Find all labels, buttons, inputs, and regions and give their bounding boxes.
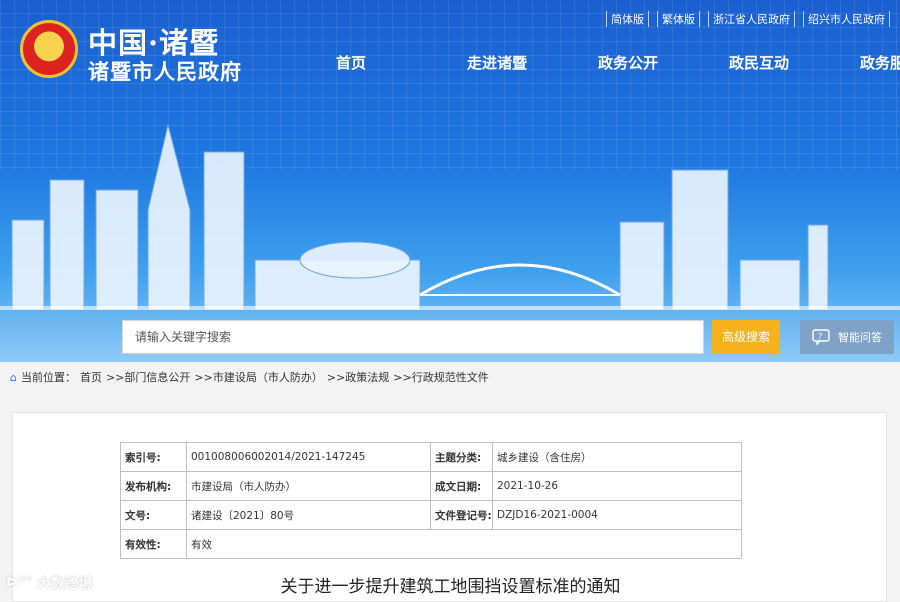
document-panel: 索引号: 001008006002014/2021-147245 主题分类: 城… xyxy=(12,412,887,602)
nav-interaction[interactable]: 政民互动 xyxy=(729,52,860,73)
breadcrumb-normative-docs[interactable]: >>行政规范性文件 xyxy=(393,369,488,385)
table-row: 发布机构: 市建设局（市人防办） 成文日期: 2021-10-26 xyxy=(120,471,742,501)
header-banner: ★ 中国·诸暨 诸暨市人民政府 简体版 繁体版 浙江省人民政府 绍兴市人民政府 … xyxy=(0,0,900,362)
nav-gov-affairs-public[interactable]: 政务公开 xyxy=(598,52,729,73)
nav-home[interactable]: 首页 xyxy=(336,52,467,73)
breadcrumb-prefix: 当前位置： xyxy=(20,371,76,384)
chat-icon: ? xyxy=(812,329,830,345)
meta-value: DZJD16-2021-0004 xyxy=(492,500,742,530)
svg-text:?: ? xyxy=(818,332,822,341)
watermark-logo-icon: ᐅ°° xyxy=(6,575,33,591)
breadcrumb-policies[interactable]: >>政策法规 xyxy=(327,369,389,385)
meta-value: 2021-10-26 xyxy=(492,471,742,501)
watermark: ᐅ°° 大数跨境 xyxy=(6,573,93,593)
meta-value: 有效 xyxy=(186,529,742,559)
watermark-text: 大数跨境 xyxy=(36,576,93,592)
meta-key: 主题分类: xyxy=(430,442,493,472)
link-traditional[interactable]: 繁体版 xyxy=(657,11,700,27)
smart-qa-label: 智能问答 xyxy=(838,331,882,344)
meta-value: 诸建设〔2021〕80号 xyxy=(186,500,431,530)
meta-key: 文件登记号: xyxy=(430,500,493,530)
meta-key: 发布机构: xyxy=(120,471,187,501)
search-bar xyxy=(122,320,704,354)
meta-key: 文号: xyxy=(120,500,187,530)
meta-value: 市建设局（市人防办） xyxy=(186,471,431,501)
main-nav: 首页 走进诸暨 政务公开 政民互动 政务服务 xyxy=(336,52,900,73)
table-row: 有效性: 有效 xyxy=(120,529,742,559)
link-shaoxing-gov[interactable]: 绍兴市人民政府 xyxy=(803,11,890,27)
search-input[interactable] xyxy=(123,321,703,353)
document-title: 关于进一步提升建筑工地围挡设置标准的通知 xyxy=(280,577,621,597)
site-title-line2: 诸暨市人民政府 xyxy=(88,60,242,84)
home-icon: ⌂ xyxy=(10,370,17,384)
advanced-search-button[interactable]: 高级搜索 xyxy=(712,320,780,354)
breadcrumb-dept-info[interactable]: >>部门信息公开 xyxy=(106,369,190,385)
breadcrumb-home[interactable]: 首页 xyxy=(80,369,102,385)
meta-key: 索引号: xyxy=(120,442,187,472)
nav-about-zhuji[interactable]: 走进诸暨 xyxy=(467,52,598,73)
meta-value: 001008006002014/2021-147245 xyxy=(186,442,431,472)
link-simplified[interactable]: 简体版 xyxy=(606,11,649,27)
meta-key: 有效性: xyxy=(120,529,187,559)
breadcrumb-construction-bureau[interactable]: >>市建设局（市人防办） xyxy=(194,369,322,385)
link-zhejiang-gov[interactable]: 浙江省人民政府 xyxy=(708,11,795,27)
document-meta-table: 索引号: 001008006002014/2021-147245 主题分类: 城… xyxy=(120,442,742,559)
meta-key: 成文日期: xyxy=(430,471,493,501)
top-links: 简体版 繁体版 浙江省人民政府 绍兴市人民政府 xyxy=(606,11,890,27)
city-skyline-illustration xyxy=(0,124,900,310)
national-emblem-icon: ★ xyxy=(20,20,78,78)
nav-gov-services[interactable]: 政务服务 xyxy=(860,52,900,73)
table-row: 文号: 诸建设〔2021〕80号 文件登记号: DZJD16-2021-0004 xyxy=(120,500,742,530)
smart-qa-button[interactable]: ? 智能问答 xyxy=(800,320,894,354)
meta-value: 城乡建设（含住房） xyxy=(492,442,742,472)
breadcrumb: ⌂ 当前位置： 首页 >>部门信息公开 >>市建设局（市人防办） >>政策法规 … xyxy=(10,369,489,385)
table-row: 索引号: 001008006002014/2021-147245 主题分类: 城… xyxy=(120,442,742,472)
